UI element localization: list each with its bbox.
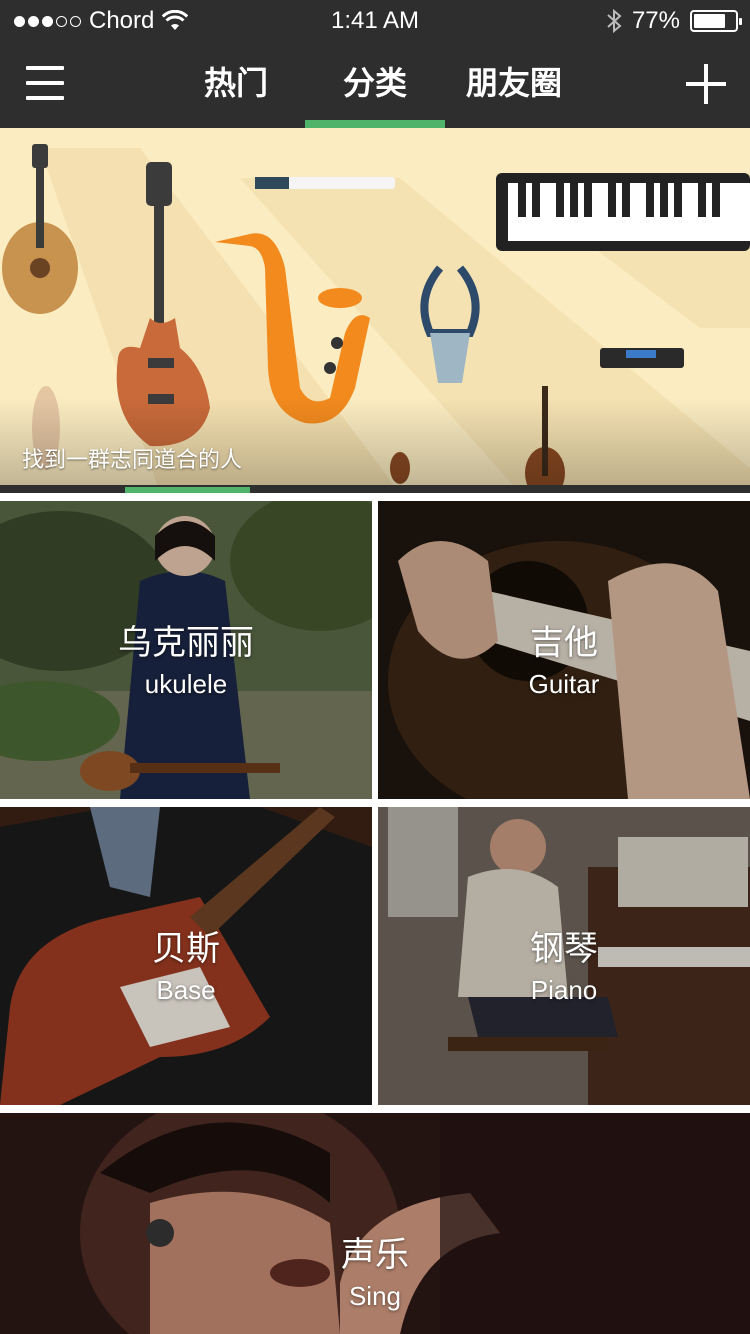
category-tile-guitar[interactable]: 吉他 Guitar: [378, 501, 750, 799]
banner-caption: 找到一群志同道合的人: [22, 448, 243, 473]
tab-moments[interactable]: 朋友圈: [444, 40, 584, 128]
category-subtitle: Piano: [530, 975, 598, 1005]
category-subtitle: Guitar: [528, 669, 600, 699]
category-title: 贝斯: [152, 929, 220, 969]
status-bar: Chord 1:41 AM 77%: [0, 0, 750, 40]
battery-level-fill: [694, 14, 725, 28]
plus-icon[interactable]: [686, 64, 726, 104]
category-tile-bass[interactable]: 贝斯 Base: [0, 807, 372, 1105]
battery-percent: 77%: [631, 7, 680, 34]
tab-hot[interactable]: 热门: [166, 40, 306, 128]
banner-page-indicator-fill: [125, 487, 250, 493]
active-tab-indicator: [305, 120, 445, 128]
category-tile-piano[interactable]: 钢琴 Piano: [378, 807, 750, 1105]
tab-bar: 热门 分类 朋友圈: [166, 40, 584, 128]
bluetooth-icon: [607, 8, 622, 34]
category-title: 乌克丽丽: [118, 623, 254, 663]
tab-category[interactable]: 分类: [305, 40, 445, 128]
category-tile-sing[interactable]: 声乐 Sing: [0, 1113, 750, 1334]
category-subtitle: ukulele: [144, 669, 228, 699]
category-subtitle: Base: [156, 975, 216, 1005]
category-title: 吉他: [530, 623, 598, 663]
category-title: 声乐: [341, 1235, 409, 1275]
category-tile-ukulele[interactable]: 乌克丽丽 ukulele: [0, 501, 372, 799]
nav-bar: 热门 分类 朋友圈: [0, 40, 750, 128]
banner-page-indicator: [0, 485, 750, 493]
category-title: 钢琴: [530, 929, 598, 969]
banner-instruments-illustration: [0, 128, 750, 493]
hamburger-menu-icon[interactable]: [26, 66, 66, 100]
category-subtitle: Sing: [348, 1281, 402, 1311]
battery-icon: [690, 10, 742, 32]
banner-carousel[interactable]: 找到一群志同道合的人: [0, 128, 750, 493]
status-bar-right: 77%: [606, 6, 742, 36]
